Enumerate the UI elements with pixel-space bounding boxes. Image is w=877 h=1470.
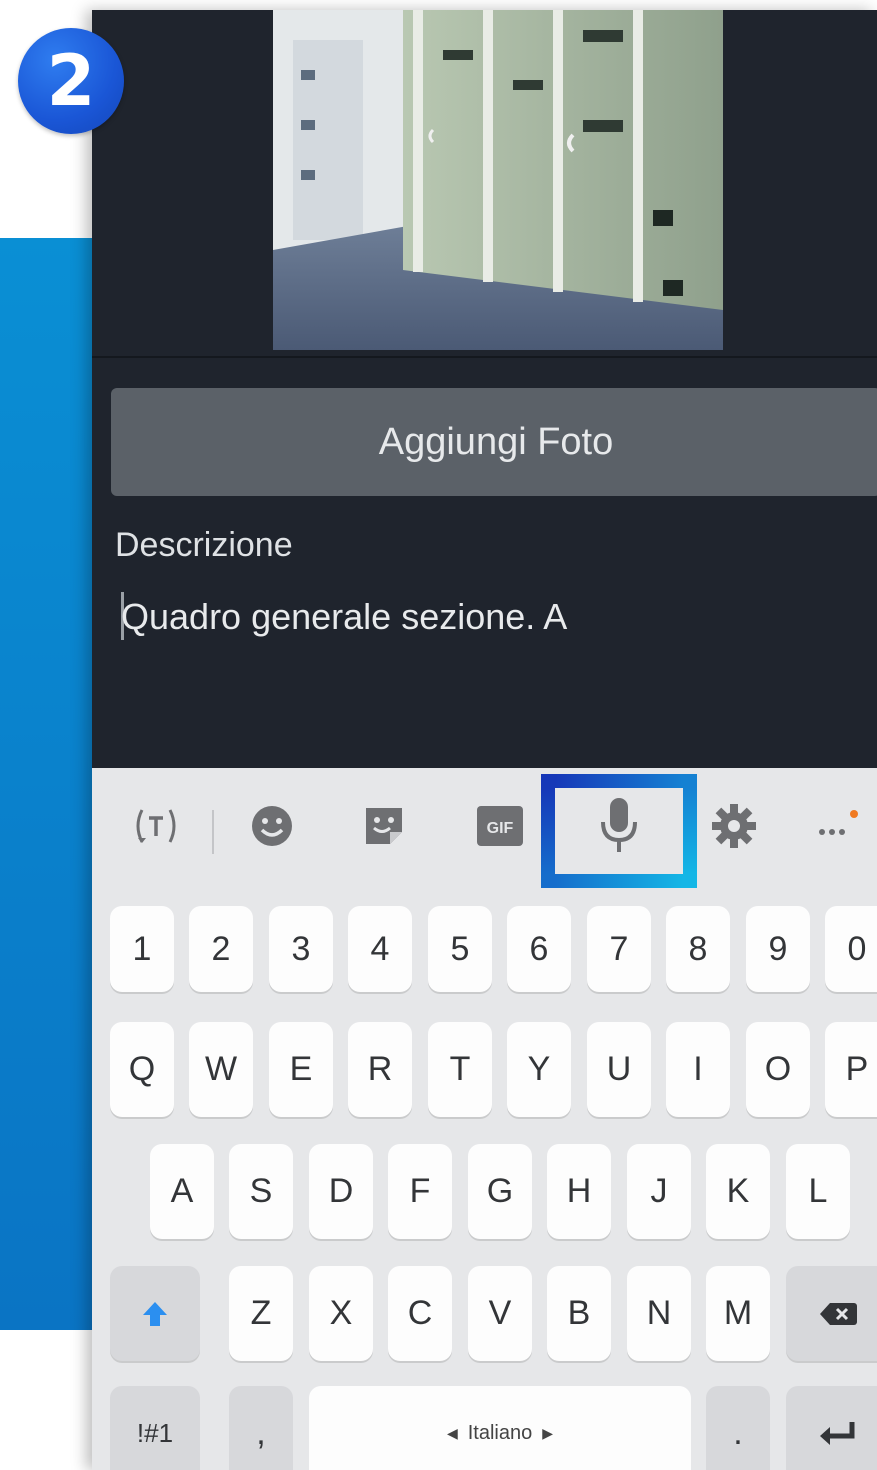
key-1[interactable]: 1 <box>110 906 174 992</box>
emoji-icon[interactable] <box>242 796 302 856</box>
key-t[interactable]: T <box>428 1022 492 1117</box>
shift-key[interactable] <box>110 1266 200 1361</box>
key-g[interactable]: G <box>468 1144 532 1239</box>
step-number-badge: 2 <box>18 28 124 134</box>
key-f[interactable]: F <box>388 1144 452 1239</box>
settings-gear-icon[interactable] <box>704 796 764 856</box>
key-v[interactable]: V <box>468 1266 532 1361</box>
key-0[interactable]: 0 <box>825 906 877 992</box>
key-3[interactable]: 3 <box>269 906 333 992</box>
key-m[interactable]: M <box>706 1266 770 1361</box>
key-n[interactable]: N <box>627 1266 691 1361</box>
shift-arrow-icon <box>143 1301 167 1326</box>
key-8[interactable]: 8 <box>666 906 730 992</box>
key-h[interactable]: H <box>547 1144 611 1239</box>
phone-screen: Aggiungi Foto Descrizione Quadro general… <box>92 10 877 1470</box>
key-x[interactable]: X <box>309 1266 373 1361</box>
key-6[interactable]: 6 <box>507 906 571 992</box>
key-w[interactable]: W <box>189 1022 253 1117</box>
key-z[interactable]: Z <box>229 1266 293 1361</box>
key-2[interactable]: 2 <box>189 906 253 992</box>
photo-area <box>92 10 877 358</box>
key-s[interactable]: S <box>229 1144 293 1239</box>
enter-return-icon <box>819 1421 854 1445</box>
language-left-arrow-icon: ◀ <box>446 1425 458 1441</box>
description-label: Descrizione <box>115 526 293 564</box>
key-u[interactable]: U <box>587 1022 651 1117</box>
backspace-key[interactable] <box>786 1266 877 1361</box>
sticker-icon[interactable] <box>354 796 414 856</box>
spacebar-language-label: Italiano <box>467 1422 533 1444</box>
enter-key[interactable] <box>786 1386 877 1470</box>
cabinet-photo-illustration <box>273 10 723 350</box>
key-a[interactable]: A <box>150 1144 214 1239</box>
electrical-cabinet-photo[interactable] <box>273 10 723 350</box>
onscreen-keyboard: G I F 1 2 3 4 5 6 7 8 9 0 Q W E R T Y U I … <box>92 768 877 1470</box>
key-9[interactable]: 9 <box>746 906 810 992</box>
text-translate-icon[interactable] <box>126 796 186 856</box>
period-key[interactable]: . <box>706 1386 770 1470</box>
symbols-key[interactable]: !#1 <box>110 1386 200 1470</box>
description-value[interactable]: Quadro generale sezione. A <box>121 596 567 638</box>
key-k[interactable]: K <box>706 1144 770 1239</box>
key-c[interactable]: C <box>388 1266 452 1361</box>
key-o[interactable]: O <box>746 1022 810 1117</box>
microphone-highlight-box <box>541 774 697 888</box>
key-7[interactable]: 7 <box>587 906 651 992</box>
more-options-icon[interactable] <box>810 796 870 856</box>
toolbar-separator <box>212 810 214 854</box>
key-y[interactable]: Y <box>507 1022 571 1117</box>
step-number: 2 <box>46 40 96 122</box>
key-b[interactable]: B <box>547 1266 611 1361</box>
backspace-icon <box>819 1302 857 1325</box>
key-e[interactable]: E <box>269 1022 333 1117</box>
key-p[interactable]: P <box>825 1022 877 1117</box>
key-d[interactable]: D <box>309 1144 373 1239</box>
key-i[interactable]: I <box>666 1022 730 1117</box>
key-j[interactable]: J <box>627 1144 691 1239</box>
key-5[interactable]: 5 <box>428 906 492 992</box>
keyboard-toolbar: GIF <box>92 768 877 888</box>
key-q[interactable]: Q <box>110 1022 174 1117</box>
language-right-arrow-icon: ▶ <box>542 1425 554 1441</box>
key-l[interactable]: L <box>786 1144 850 1239</box>
svg-text:GIF: GIF <box>487 820 514 837</box>
key-r[interactable]: R <box>348 1022 412 1117</box>
add-photo-button[interactable]: Aggiungi Foto <box>111 388 877 496</box>
key-4[interactable]: 4 <box>348 906 412 992</box>
background-blue-panel <box>0 238 100 1330</box>
spacebar[interactable]: ◀ Italiano ▶ <box>309 1386 691 1470</box>
gif-icon[interactable]: GIF <box>470 796 530 856</box>
comma-key[interactable]: , <box>229 1386 293 1470</box>
